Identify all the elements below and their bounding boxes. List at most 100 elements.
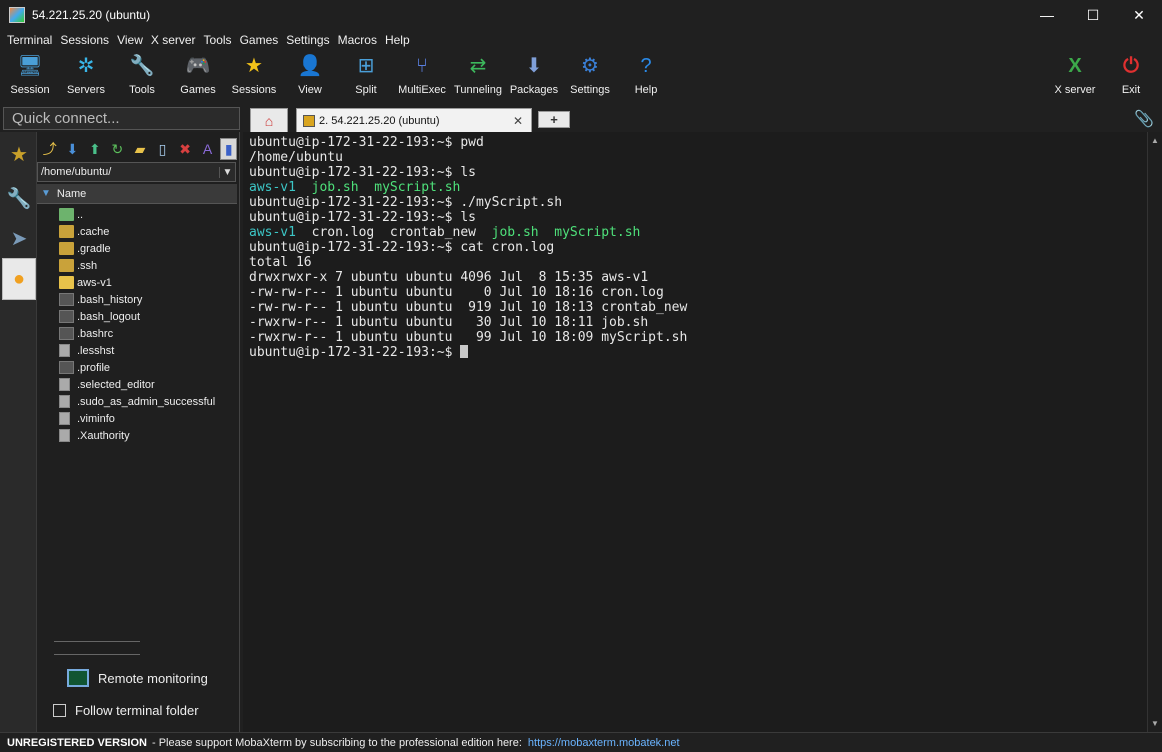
- file-row[interactable]: aws-v1: [59, 274, 239, 291]
- toolbar-label: Tools: [129, 84, 155, 96]
- monitor-icon: [67, 669, 89, 687]
- menu-sessions[interactable]: Sessions: [56, 33, 113, 47]
- remote-monitoring-button[interactable]: Remote monitoring: [67, 669, 208, 687]
- new-file-icon[interactable]: ▯: [153, 138, 173, 160]
- close-button[interactable]: ✕: [1116, 0, 1162, 30]
- parent-folder-icon[interactable]: ⤴: [40, 138, 60, 160]
- terminal-text: aws-v1: [249, 225, 296, 240]
- terminal-scrollbar[interactable]: ▲ ▼: [1147, 132, 1162, 732]
- delete-icon[interactable]: ✖: [175, 138, 195, 160]
- toolbar-sessions-button[interactable]: ★ Sessions: [226, 52, 282, 100]
- sidebar-tab-sftp-globe[interactable]: ●: [2, 258, 36, 300]
- home-tab[interactable]: ⌂: [250, 108, 288, 132]
- toolbar-packages-button[interactable]: ⬇ Packages: [506, 52, 562, 100]
- menu-help[interactable]: Help: [381, 33, 414, 47]
- toolbar-label: View: [298, 84, 322, 96]
- menu-macros[interactable]: Macros: [334, 33, 381, 47]
- packages-icon: ⬇: [525, 55, 543, 77]
- file-icon: [59, 293, 74, 306]
- menu-terminal[interactable]: Terminal: [3, 33, 56, 47]
- file-row[interactable]: .selected_editor: [59, 376, 239, 393]
- sftp-path-box[interactable]: /home/ubuntu/ ▼: [37, 162, 236, 182]
- terminal-line: ubuntu@ip-172-31-22-193:~$ pwd: [249, 135, 1141, 150]
- session-icon: 🖥: [17, 55, 43, 77]
- refresh-icon[interactable]: ↻: [108, 138, 128, 160]
- plus-icon: +: [550, 112, 558, 127]
- new-tab-button[interactable]: +: [538, 111, 570, 128]
- toolbar-view-button[interactable]: 👤 View: [282, 52, 338, 100]
- quick-connect-input[interactable]: [3, 107, 240, 130]
- session-tab[interactable]: 2. 54.221.25.20 (ubuntu) ✕: [296, 108, 532, 132]
- menu-games[interactable]: Games: [236, 33, 283, 47]
- file-name: .gradle: [77, 242, 111, 255]
- terminal-line: /home/ubuntu: [249, 150, 1141, 165]
- toolbar-tunneling-button[interactable]: ⇄ Tunneling: [450, 52, 506, 100]
- sidebar-tab-paper-plane[interactable]: ➤: [2, 218, 36, 258]
- terminal-text: ubuntu@ip-172-31-22-193:~$ ls: [249, 165, 476, 180]
- scroll-down-icon[interactable]: ▼: [1151, 719, 1159, 728]
- menu-x-server[interactable]: X server: [147, 33, 200, 47]
- sidebar-tab-star[interactable]: ★: [2, 134, 36, 174]
- terminal-line: ubuntu@ip-172-31-22-193:~$ cat cron.log: [249, 240, 1141, 255]
- toolbar-exit-button[interactable]: ⏻ Exit: [1103, 52, 1159, 100]
- file-row[interactable]: .gradle: [59, 240, 239, 257]
- file-row[interactable]: .Xauthority: [59, 427, 239, 444]
- scroll-up-icon[interactable]: ▲: [1151, 136, 1159, 145]
- title-bar: 54.221.25.20 (ubuntu) — ☐ ✕: [0, 0, 1162, 30]
- toolbar-multiexec-button[interactable]: ⑂ MultiExec: [394, 52, 450, 100]
- chevron-down-icon[interactable]: ▼: [219, 166, 235, 178]
- upload-icon[interactable]: ⬆: [85, 138, 105, 160]
- rename-icon[interactable]: A: [198, 138, 218, 160]
- close-tab-icon[interactable]: ✕: [513, 114, 523, 128]
- file-row[interactable]: .ssh: [59, 257, 239, 274]
- file-row[interactable]: .sudo_as_admin_successful: [59, 393, 239, 410]
- follow-terminal-folder[interactable]: Follow terminal folder: [53, 703, 199, 718]
- toolbar-label: Tunneling: [454, 84, 502, 96]
- file-name: ..: [77, 208, 84, 221]
- minimize-button[interactable]: —: [1024, 0, 1070, 30]
- file-row[interactable]: .lesshst: [59, 342, 239, 359]
- new-folder-icon[interactable]: ▰: [130, 138, 150, 160]
- file-name: .profile: [77, 361, 111, 374]
- menu-view[interactable]: View: [113, 33, 147, 47]
- maximize-button[interactable]: ☐: [1070, 0, 1116, 30]
- toolbar-games-button[interactable]: 🎮 Games: [170, 52, 226, 100]
- toolbar-settings-button[interactable]: ⚙ Settings: [562, 52, 618, 100]
- file-row[interactable]: .bashrc: [59, 325, 239, 342]
- file-row[interactable]: .bash_history: [59, 291, 239, 308]
- mobatek-link[interactable]: https://mobaxterm.mobatek.net: [528, 737, 680, 749]
- column-header-name[interactable]: ▼ Name: [37, 184, 237, 204]
- file-row[interactable]: .profile: [59, 359, 239, 376]
- toolbar-split-button[interactable]: ⊞ Split: [338, 52, 394, 100]
- toolbar-servers-button[interactable]: ✲ Servers: [58, 52, 114, 100]
- divider: [54, 641, 140, 642]
- file-icon: [59, 361, 74, 374]
- file-icon: [59, 327, 74, 340]
- multiexec-icon: ⑂: [416, 55, 428, 77]
- file-row[interactable]: .bash_logout: [59, 308, 239, 325]
- terminal-output[interactable]: ubuntu@ip-172-31-22-193:~$ pwd/home/ubun…: [243, 132, 1147, 732]
- terminal-text: ubuntu@ip-172-31-22-193:~$ ls: [249, 210, 476, 225]
- sftp-options-icon[interactable]: ▮: [220, 138, 238, 160]
- toolbar-session-button[interactable]: 🖥 Session: [2, 52, 58, 100]
- menu-tools[interactable]: Tools: [200, 33, 236, 47]
- servers-icon: ✲: [77, 55, 95, 77]
- menu-settings[interactable]: Settings: [282, 33, 333, 47]
- gear-icon: ⚙: [581, 55, 599, 77]
- support-message: - Please support MobaXterm by subscribin…: [151, 736, 522, 749]
- toolbar-help-button[interactable]: ? Help: [618, 52, 674, 100]
- terminal-text: myScript.sh: [554, 225, 641, 240]
- terminal-text: ubuntu@ip-172-31-22-193:~$ pwd: [249, 135, 484, 150]
- file-row[interactable]: ..: [59, 206, 239, 223]
- follow-terminal-folder-checkbox[interactable]: [53, 704, 66, 717]
- sidebar-tab-tools[interactable]: 🔧: [2, 178, 36, 218]
- toolbar-x-server-button[interactable]: X X server: [1047, 52, 1103, 100]
- paperclip-icon[interactable]: 📎: [1134, 109, 1154, 129]
- file-row[interactable]: .viminfo: [59, 410, 239, 427]
- file-name: .sudo_as_admin_successful: [77, 395, 216, 408]
- sftp-path[interactable]: /home/ubuntu/: [38, 166, 219, 178]
- download-icon[interactable]: ⬇: [63, 138, 83, 160]
- terminal-text: aws-v1: [249, 180, 296, 195]
- toolbar-tools-button[interactable]: 🔧 Tools: [114, 52, 170, 100]
- file-row[interactable]: .cache: [59, 223, 239, 240]
